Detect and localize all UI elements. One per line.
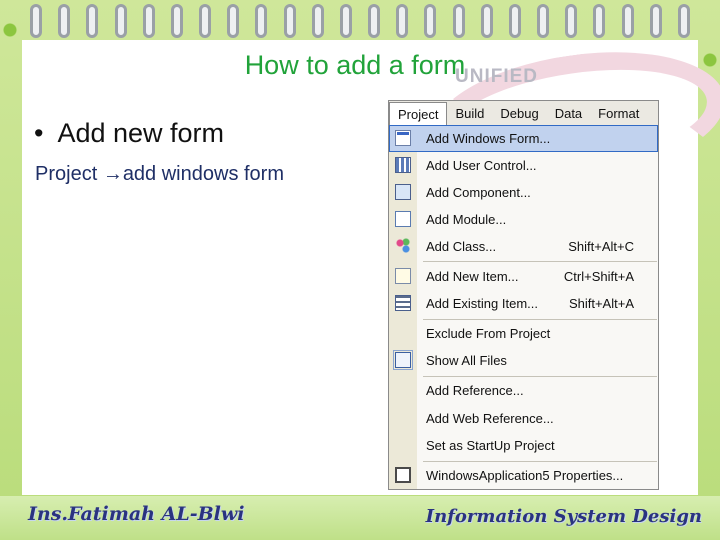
menubar-build[interactable]: Build: [447, 102, 492, 125]
menubar-debug[interactable]: Debug: [492, 102, 546, 125]
menu-item-label: Add Reference...: [426, 383, 524, 398]
user-control-icon: [395, 157, 411, 173]
menu-item-add-class[interactable]: Add Class... Shift+Alt+C: [389, 233, 658, 260]
menu-path-text: Project →add windows form: [35, 163, 284, 186]
menu-item-exclude-from-project[interactable]: Exclude From Project: [389, 320, 658, 347]
binder-rings: [30, 4, 690, 44]
properties-icon: [395, 467, 411, 483]
menu-item-add-web-reference[interactable]: Add Web Reference...: [389, 405, 658, 432]
path-suffix: add windows form: [122, 163, 284, 185]
menu-item-add-new-item[interactable]: Add New Item... Ctrl+Shift+A: [389, 263, 658, 290]
menu-item-add-component[interactable]: Add Component...: [389, 179, 658, 206]
menu-item-label: Add Module...: [426, 212, 507, 227]
menu-item-add-user-control[interactable]: Add User Control...: [389, 152, 658, 179]
menu-item-label: Add New Item...: [426, 269, 519, 284]
menubar-data[interactable]: Data: [547, 102, 590, 125]
menu-item-add-reference[interactable]: Add Reference...: [389, 377, 658, 404]
bullet-text: Add new form: [57, 118, 225, 148]
menubar-format[interactable]: Format: [590, 102, 647, 125]
menu-item-project-properties[interactable]: WindowsApplication5 Properties...: [389, 462, 658, 489]
path-prefix: Project: [35, 163, 103, 185]
menu-separator: [423, 261, 657, 262]
menu-item-add-windows-form[interactable]: Add Windows Form...: [389, 125, 658, 152]
menu-item-add-module[interactable]: Add Module...: [389, 206, 658, 233]
menu-item-label: WindowsApplication5 Properties...: [426, 468, 624, 483]
menu-item-label: Exclude From Project: [426, 326, 551, 341]
footer-course: Information System Design: [425, 506, 702, 527]
menu-item-label: Show All Files: [426, 353, 507, 368]
menu-item-shortcut: Shift+Alt+A: [568, 296, 634, 311]
existing-item-icon: [395, 295, 411, 311]
form-icon: [395, 130, 411, 146]
menu-item-label: Add Component...: [426, 185, 531, 200]
menu-item-label: Add Class...: [426, 239, 497, 254]
menu-item-show-all-files[interactable]: Show All Files: [389, 347, 658, 374]
footer-author: Ins.Fatimah AL-Blwi: [28, 503, 245, 525]
project-menu-screenshot: Project Build Debug Data Format Add Wind…: [388, 100, 659, 490]
new-item-icon: [395, 268, 411, 284]
module-icon: [395, 211, 411, 227]
menu-item-label: Add Web Reference...: [426, 411, 554, 426]
menu-item-shortcut: Shift+Alt+C: [568, 239, 634, 254]
slide-title: How to add a form: [244, 50, 466, 80]
menubar-project[interactable]: Project: [389, 101, 448, 127]
arrow-right-icon: →: [102, 163, 123, 185]
bullet-item: • Add new form: [34, 118, 224, 149]
menu-item-label: Set as StartUp Project: [426, 438, 555, 453]
class-icon: [395, 238, 411, 254]
menu-item-add-existing-item[interactable]: Add Existing Item... Shift+Alt+A: [389, 290, 658, 317]
menu-item-shortcut: Ctrl+Shift+A: [563, 269, 634, 284]
component-icon: [395, 184, 411, 200]
menu-item-label: Add User Control...: [426, 158, 537, 173]
menu-item-label: Add Existing Item...: [426, 296, 538, 311]
menu-bar: Project Build Debug Data Format: [389, 101, 658, 127]
menu-item-set-startup-project[interactable]: Set as StartUp Project: [389, 432, 658, 459]
bullet-dot-icon: •: [34, 118, 44, 148]
menu-item-label: Add Windows Form...: [426, 131, 551, 146]
show-all-files-icon: [393, 350, 413, 370]
